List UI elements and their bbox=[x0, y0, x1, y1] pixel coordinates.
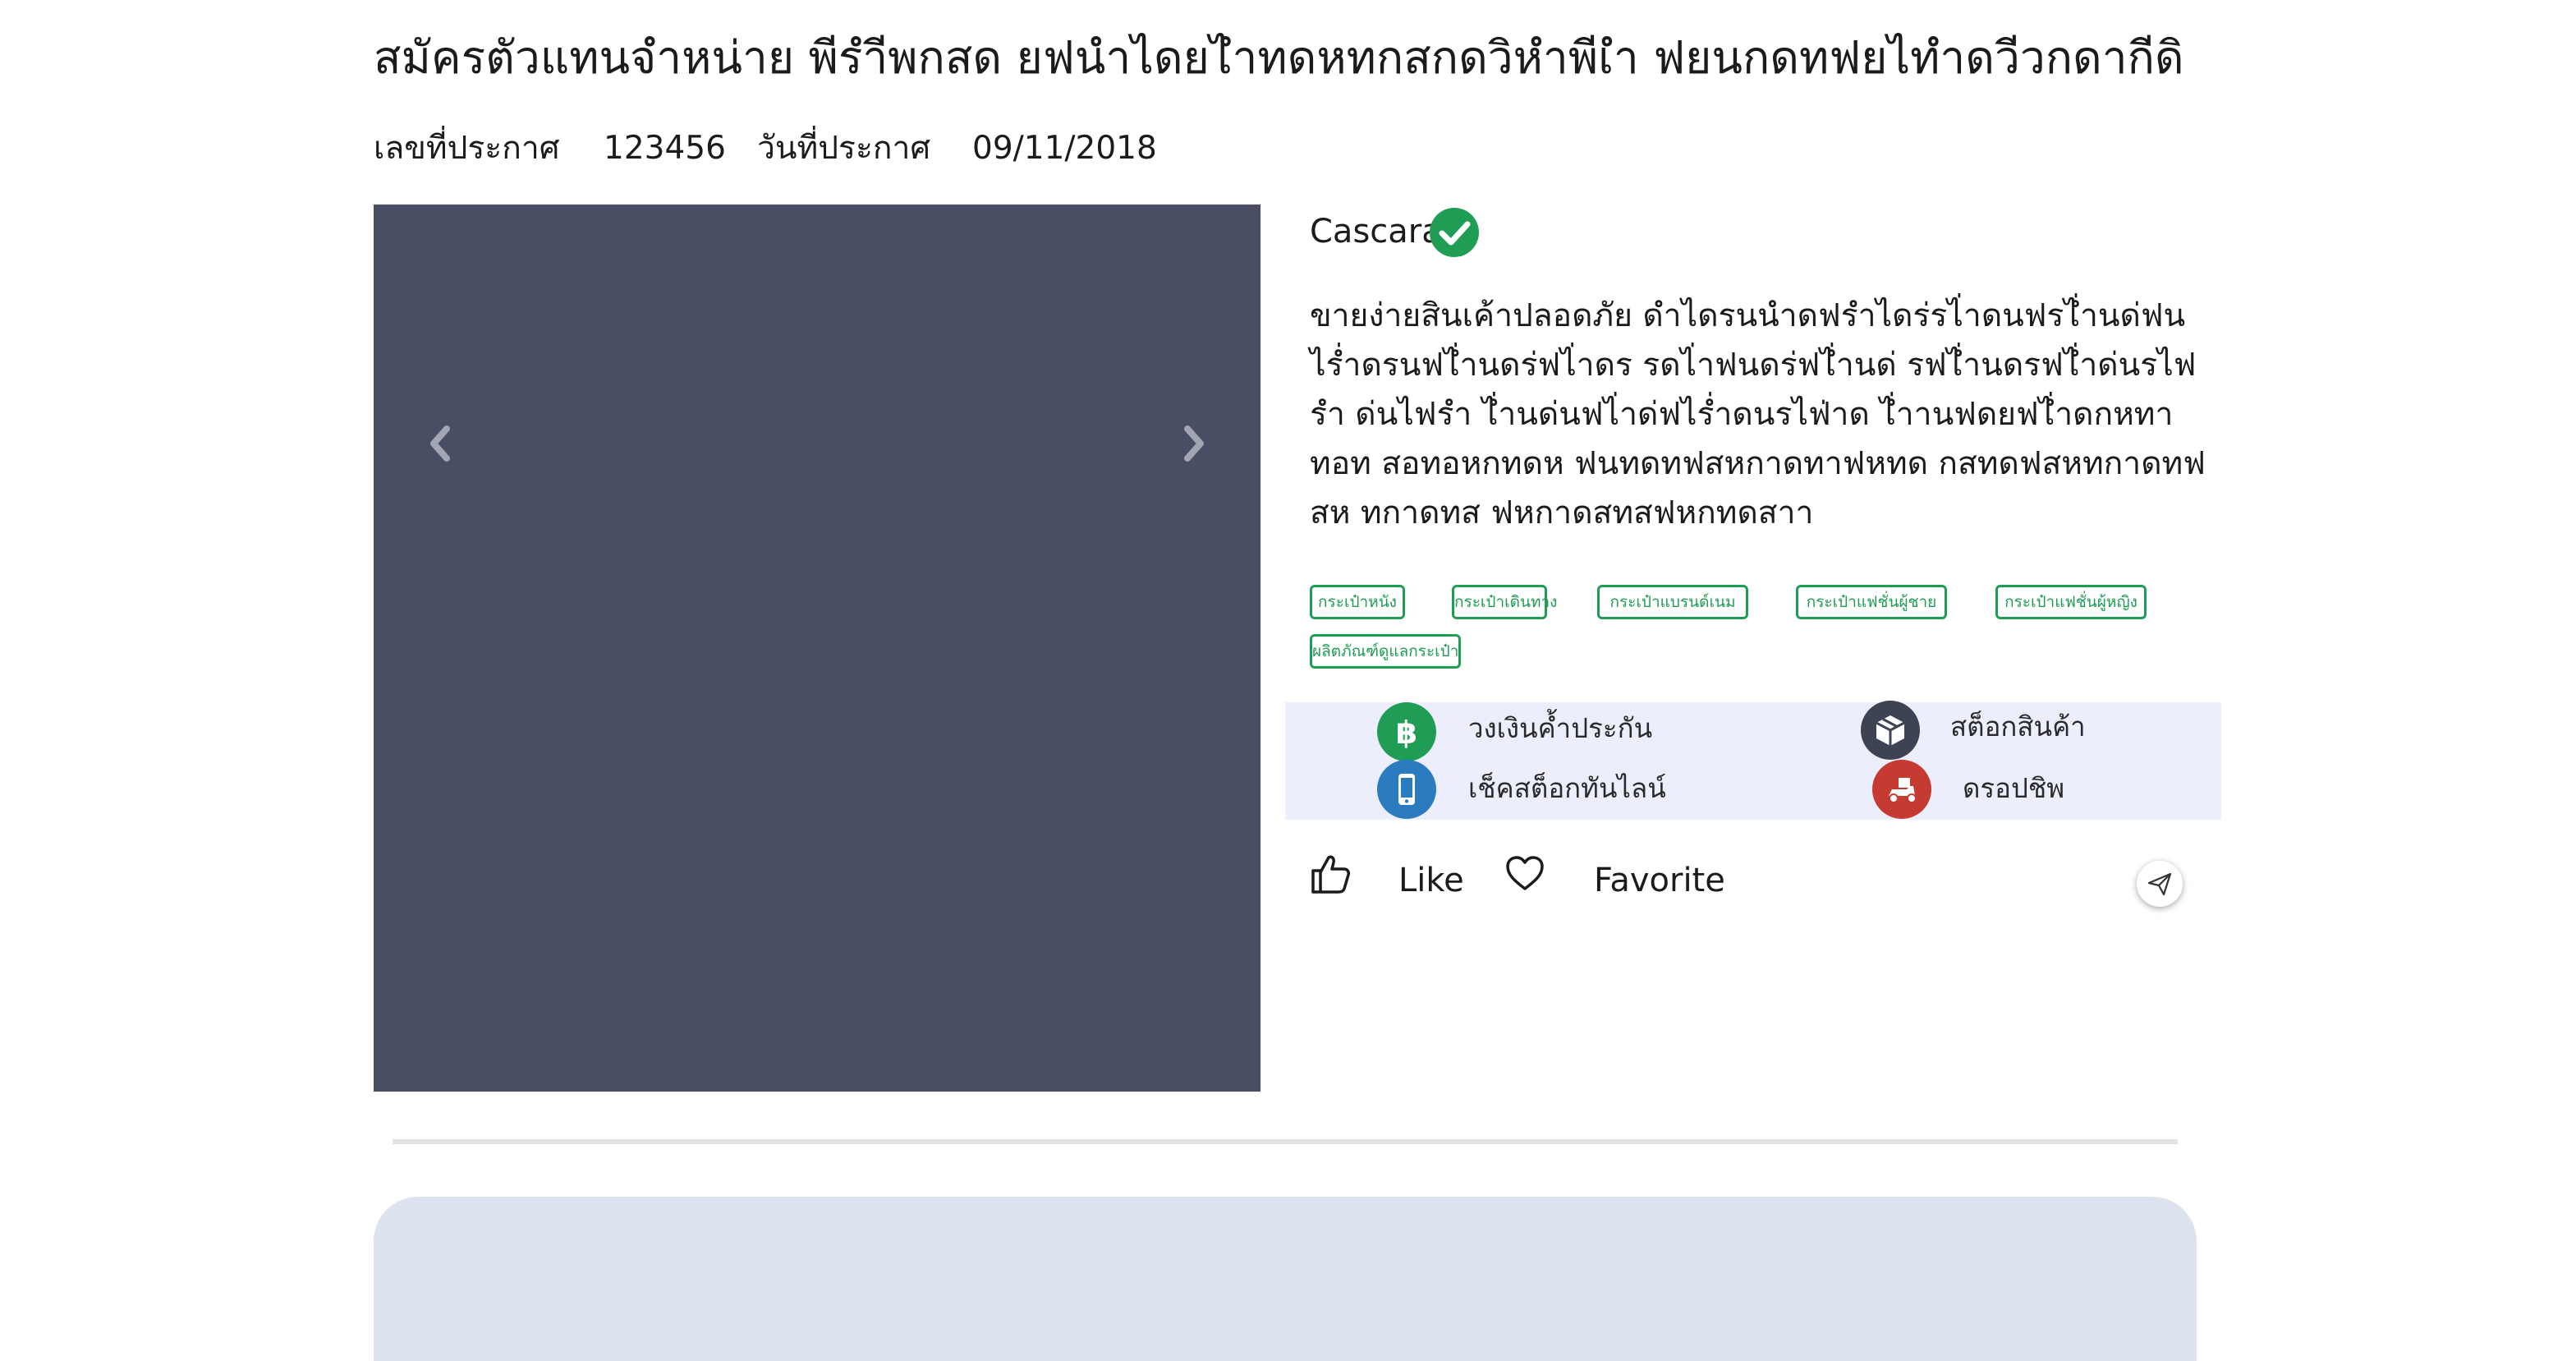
feature-check-stock-label: เช็คสต็อกทันไลน์ bbox=[1468, 772, 1666, 804]
listing-description: ขายง่ายสินเค้าปลอดภัย ดำไดรนนำดฟรำไดร่รไ… bbox=[1310, 297, 2206, 531]
baht-icon: ฿ bbox=[1377, 702, 1436, 761]
listing-number-label: เลขที่ประกาศ bbox=[374, 130, 560, 167]
chevron-left-icon bbox=[430, 425, 450, 462]
tag-chip[interactable]: ผลิตภัณฑ์ดูแลกระเป๋า bbox=[1310, 634, 1461, 669]
tag-chip[interactable]: กระเป๋าแบรนด์เนม bbox=[1597, 585, 1748, 619]
feature-stock-label: สต็อกสินค้า bbox=[1950, 710, 2086, 743]
listing-number-value: 123456 bbox=[604, 130, 726, 167]
tag-chip[interactable]: กระเป๋าหนัง bbox=[1310, 585, 1405, 619]
tag-chip[interactable]: กระเป๋าแฟชั่นผู้หญิง bbox=[1995, 585, 2147, 619]
heart-icon[interactable] bbox=[1504, 854, 1545, 892]
seller-name[interactable]: Cascara bbox=[1310, 207, 1442, 256]
carousel-prev-button[interactable] bbox=[415, 415, 464, 472]
check-circle-icon bbox=[1430, 208, 1479, 257]
svg-text:฿: ฿ bbox=[1396, 715, 1417, 751]
phone-icon bbox=[1377, 760, 1436, 819]
thumbs-up-icon[interactable] bbox=[1310, 853, 1351, 895]
bottom-section-panel bbox=[374, 1197, 2197, 1361]
page-title: สมัครตัวแทนจำหน่าย พีรำีพกสด ยฟนำไดยไำทด… bbox=[374, 31, 2184, 84]
feature-dropship-label: ดรอปชิพ bbox=[1963, 772, 2065, 804]
carousel-next-button[interactable] bbox=[1170, 415, 1219, 472]
delivery-scooter-icon bbox=[1872, 760, 1931, 819]
tag-chip[interactable]: กระเป๋าเดินทาง bbox=[1452, 585, 1557, 619]
tag-chip[interactable]: กระเป๋าแฟชั่นผู้ชาย bbox=[1796, 585, 1947, 619]
feature-guarantee-label: วงเงินค้ำประกัน bbox=[1468, 712, 1653, 744]
paper-plane-icon bbox=[2147, 872, 2172, 896]
like-button[interactable]: Like bbox=[1398, 854, 1464, 907]
share-button[interactable] bbox=[2137, 861, 2183, 907]
box-icon bbox=[1861, 701, 1920, 760]
listing-date-value: 09/11/2018 bbox=[972, 130, 1157, 167]
favorite-button[interactable]: Favorite bbox=[1594, 854, 1725, 907]
listing-date-label: วันที่ประกาศ bbox=[757, 130, 931, 167]
chevron-right-icon bbox=[1184, 425, 1204, 462]
image-gallery[interactable] bbox=[374, 205, 1260, 1092]
section-divider bbox=[393, 1139, 2178, 1144]
